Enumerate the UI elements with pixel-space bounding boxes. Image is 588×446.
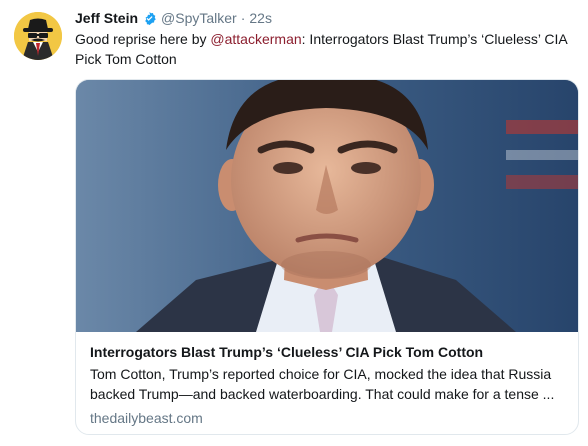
tweet-text: Good reprise here by @attackerman: Inter… [75, 29, 570, 69]
tweet[interactable]: Jeff Stein @SpyTalker · 22s Good reprise… [0, 0, 588, 446]
handle[interactable]: @SpyTalker [161, 10, 237, 26]
separator-dot: · [240, 10, 246, 26]
verified-badge-icon [145, 11, 156, 25]
mention-link[interactable]: @attackerman [210, 31, 301, 47]
card-title[interactable]: Interrogators Blast Trump’s ‘Clueless’ C… [90, 342, 570, 362]
card-description-line: Tom Cotton, Trump’s reported choice for … [90, 366, 552, 382]
card-description: Tom Cotton, Trump’s reported choice for … [90, 364, 570, 404]
card-body: Interrogators Blast Trump’s ‘Clueless’ C… [90, 342, 570, 428]
tweet-header: Jeff Stein @SpyTalker · 22s [75, 9, 272, 27]
link-card[interactable]: Interrogators Blast Trump’s ‘Clueless’ C… [75, 79, 579, 435]
card-domain[interactable]: thedailybeast.com [90, 408, 570, 428]
portrait-photo-icon [76, 80, 578, 332]
card-image[interactable] [76, 80, 578, 332]
timestamp[interactable]: 22s [249, 10, 272, 26]
display-name[interactable]: Jeff Stein [75, 10, 138, 26]
tweet-text-before: Good reprise here by [75, 31, 211, 47]
spy-avatar-icon [14, 12, 62, 60]
avatar[interactable] [14, 12, 62, 60]
card-description-line: backed Trump—and backed waterboarding. T… [90, 386, 555, 402]
